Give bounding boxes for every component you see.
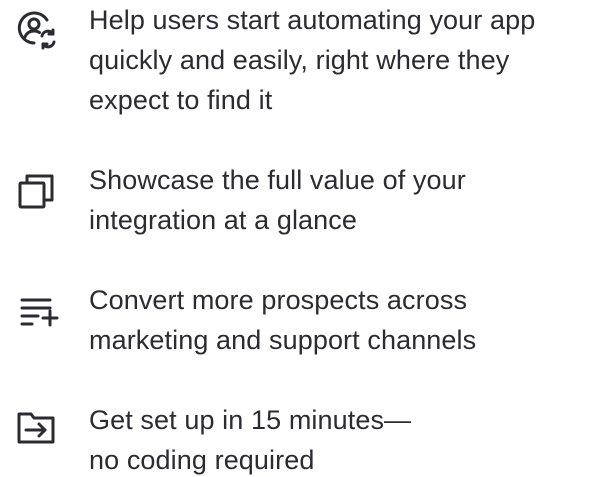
feature-line: Convert more prospects across	[89, 285, 468, 315]
feature-text: Showcase the full value of your integrat…	[89, 160, 609, 240]
feature-line: Help users start automating your app	[89, 5, 536, 35]
feature-text: Convert more prospects across marketing …	[89, 280, 609, 360]
copy-icon	[18, 174, 54, 209]
user-sync-icon	[17, 11, 56, 50]
feature-line: quickly and easily, right where they	[89, 45, 510, 75]
feature-line: Showcase the full value of your	[89, 165, 466, 195]
feature-line: integration at a glance	[89, 205, 357, 235]
feature-line: no coding required	[89, 445, 315, 475]
feature-text: Get set up in 15 minutes— no coding requ…	[89, 400, 609, 477]
feature-line: Get set up in 15 minutes—	[89, 405, 412, 435]
feature-text: Help users start automating your app qui…	[89, 0, 609, 120]
feature-line: expect to find it	[89, 85, 273, 115]
feature-list: Help users start automating your app qui…	[0, 0, 614, 477]
playlist-add-icon	[20, 298, 59, 327]
folder-arrow-icon	[17, 412, 55, 444]
feature-line: marketing and support channels	[89, 325, 477, 355]
